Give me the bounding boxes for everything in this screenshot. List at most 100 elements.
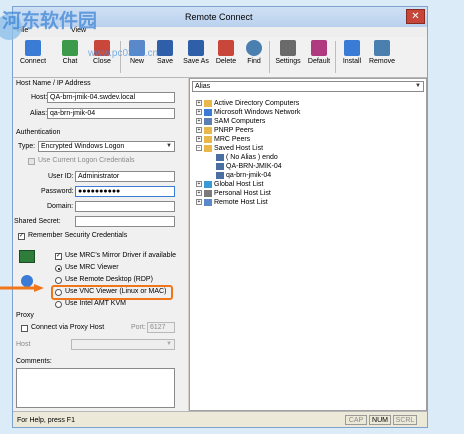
tree-item-label: Active Directory Computers [214,100,300,107]
password-label: Password: [41,188,74,195]
folder-icon [204,99,212,107]
chevron-down-icon: ▼ [166,143,172,149]
password-input[interactable]: ●●●●●●●●●● [75,186,175,197]
rdp-radio[interactable] [55,277,62,284]
save-label: Save [157,58,173,65]
expand-toggle-icon[interactable]: + [196,109,202,116]
domain-input[interactable] [75,201,175,212]
computer-icon [216,153,224,161]
chevron-down-icon: ▼ [415,83,421,89]
auth-type-label: Type: [18,143,36,150]
shared-secret-input[interactable] [75,216,175,227]
connect-proxy-checkbox[interactable] [21,325,28,332]
proxy-host-label: Host [16,341,31,348]
tree-item-label: Saved Host List [214,145,264,152]
proxy-host-select[interactable]: ▼ [71,339,175,350]
find-icon [246,40,262,56]
find-label: Find [247,58,261,65]
install-button[interactable]: Install [339,39,365,75]
expand-toggle-icon[interactable]: + [196,136,202,143]
tree-item[interactable]: + SAM Computers [196,117,422,126]
chat-button[interactable]: Chat [57,39,83,75]
chat-icon [62,40,78,56]
tree-item-label: SAM Computers [214,118,266,125]
expand-toggle-icon[interactable]: + [196,127,202,134]
num-lock-indicator: NUM [369,415,391,425]
user-id-input[interactable]: Administrator [75,171,175,182]
expand-toggle-icon[interactable]: − [196,145,202,152]
folder-icon [204,189,212,197]
computer-icon [216,171,224,179]
tree-item-label: Microsoft Windows Network [214,109,301,116]
folder-icon [204,126,212,134]
expand-toggle-icon[interactable]: + [196,190,202,197]
settings-icon [280,40,296,56]
proxy-port-input[interactable]: 6127 [147,322,175,333]
mrc-viewer-radio[interactable] [55,265,62,272]
folder-icon [204,180,212,188]
vnc-viewer-label: Use VNC Viewer (Linux or MAC) [65,288,167,295]
tree-item[interactable]: + Microsoft Windows Network [196,108,422,117]
host-tree: + Active Directory Computers + Microsoft Wi… [196,99,422,207]
remove-button[interactable]: Remove [367,39,397,75]
auth-type-select[interactable]: Encrypted Windows Logon ▼ [38,141,175,152]
comments-textarea[interactable] [16,368,175,408]
folder-icon [204,198,212,206]
tree-item[interactable]: + MRC Peers [196,135,422,144]
save-as-button[interactable]: Save As [181,39,211,75]
host-input[interactable]: QA-brn-jmik-04.swdev.local [47,92,175,103]
tree-item[interactable]: + Active Directory Computers [196,99,422,108]
host-tree-pane: Alias ▼ + Active Directory Computers + Micr… [189,78,427,411]
remove-label: Remove [368,58,396,65]
vnc-viewer-radio[interactable] [55,289,62,296]
default-button[interactable]: Default [305,39,333,75]
tree-item[interactable]: + Remote Host List [196,198,422,207]
caps-lock-indicator: CAP [345,415,367,425]
expand-toggle-icon[interactable]: + [196,100,202,107]
install-icon [344,40,360,56]
domain-label: Domain: [47,203,74,210]
default-icon [311,40,327,56]
tree-item-label: Personal Host List [214,190,271,197]
tree-item[interactable]: QA-BRN-JMIK-04 [196,162,422,171]
toolbar-separator [335,41,336,73]
folder-icon [204,135,212,143]
chat-label: Chat [62,58,78,65]
tree-item[interactable]: + Personal Host List [196,189,422,198]
watermark-text: 河东软件园 [2,10,98,32]
new-label: New [129,58,144,65]
comments-label: Comments: [16,358,52,365]
tree-item[interactable]: ( No Alias ) endo [196,153,422,162]
use-current-logon-checkbox[interactable] [28,158,35,165]
remember-credentials-label: Remember Security Credentials [28,232,128,239]
remember-credentials-checkbox[interactable]: ✓ [18,233,25,240]
find-button[interactable]: Find [243,39,265,75]
expand-toggle-icon[interactable]: + [196,118,202,125]
folder-icon [204,144,212,152]
remote-connect-window: Remote Connect ✕ File View Connect Chat … [12,6,428,428]
expand-toggle-icon[interactable]: + [196,181,202,188]
tree-item[interactable]: + Global Host List [196,180,422,189]
monitor-icon [25,40,41,56]
intel-amt-radio[interactable] [55,301,62,308]
save-icon [157,40,173,56]
tree-item[interactable]: − Saved Host List [196,144,422,153]
window-close-button[interactable]: ✕ [406,9,425,24]
alias-column-select[interactable]: Alias ▼ [192,81,424,92]
mirror-driver-checkbox[interactable]: ✓ [55,253,62,260]
connect-proxy-label: Connect via Proxy Host [31,324,105,331]
delete-button[interactable]: Delete [213,39,239,75]
mirror-driver-label: Use MRC's Mirror Driver if available [65,252,177,259]
connect-button[interactable]: Connect [17,39,49,75]
alias-input[interactable]: qa-brn-jmik-04 [47,108,175,119]
tree-item[interactable]: qa-brn-jmik-04 [196,171,422,180]
settings-button[interactable]: Settings [273,39,303,75]
tree-item[interactable]: + PNRP Peers [196,126,422,135]
tree-item-label: PNRP Peers [214,127,254,134]
expand-toggle-icon[interactable]: + [196,199,202,206]
intel-amt-label: Use Intel AMT KVM [65,300,126,307]
monitor-icon [19,250,35,263]
window-title: Remote Connect [185,12,253,22]
